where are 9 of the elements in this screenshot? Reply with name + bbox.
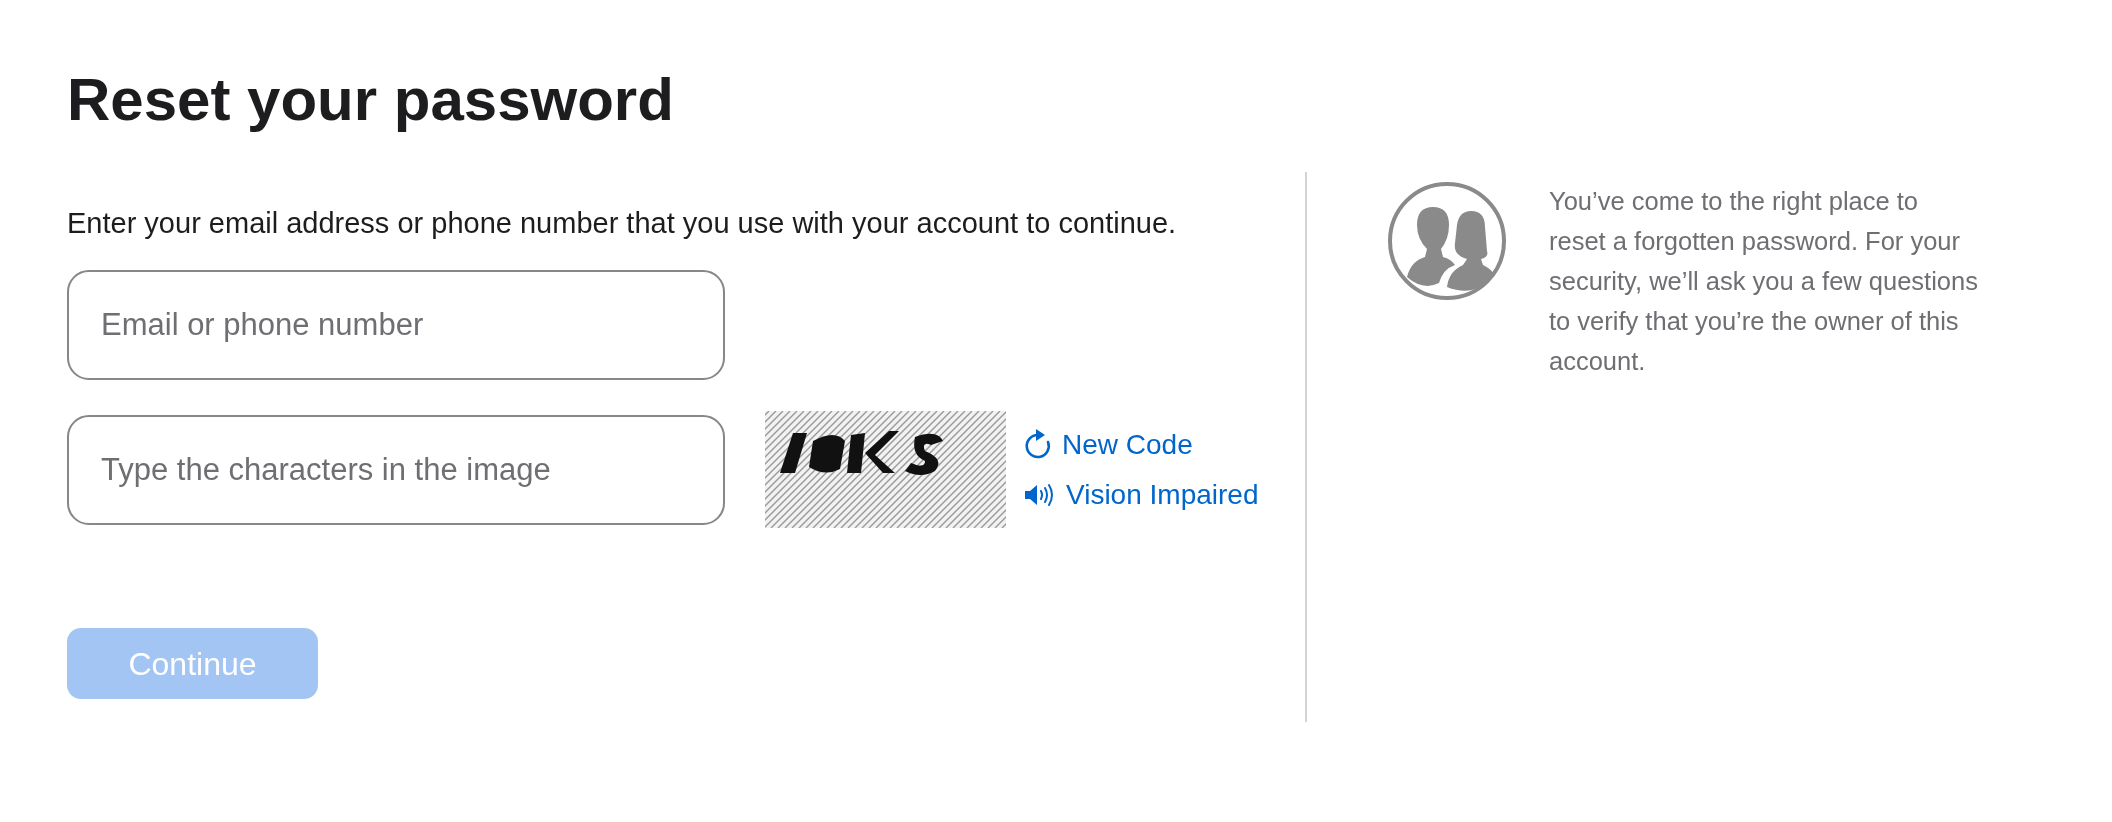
new-code-link[interactable]: New Code xyxy=(1024,426,1193,463)
vision-impaired-link[interactable]: Vision Impaired xyxy=(1024,476,1259,513)
refresh-icon xyxy=(1024,428,1052,461)
page-title: Reset your password xyxy=(67,65,674,135)
instructions-text: Enter your email address or phone number that you use with your account to continue. xyxy=(67,206,1178,241)
input-field[interactable]: Email or phone number xyxy=(67,270,725,380)
info-text: You’ve come to the right place to reset a forgotten password. For your security, we’ll ask you a few questions to verify that you’re the owner of this account. xyxy=(1549,186,1979,377)
people-icon xyxy=(1387,181,1507,301)
input-field[interactable]: Type the characters in the image xyxy=(67,414,725,525)
